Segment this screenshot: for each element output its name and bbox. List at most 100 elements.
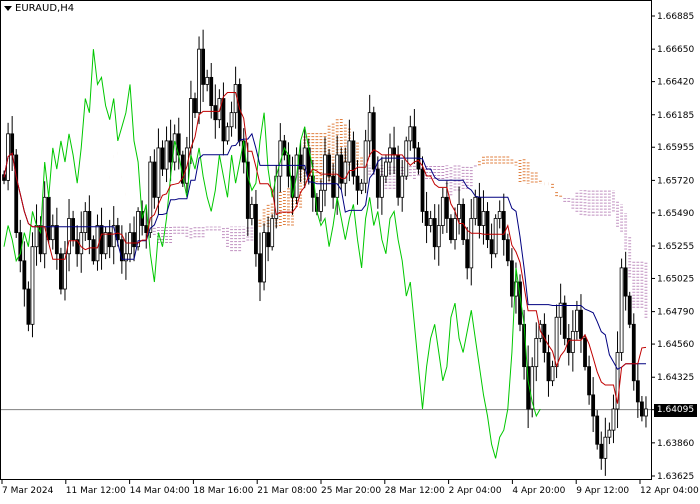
candle-body xyxy=(449,218,453,241)
candle-body xyxy=(355,175,360,191)
price-tick-label: 1.66420 xyxy=(657,78,694,88)
candle-body xyxy=(607,429,612,438)
candle-body xyxy=(579,309,583,339)
candle-body xyxy=(298,154,303,170)
candle-body xyxy=(396,154,401,198)
time-tick-label: 14 Mar 04:00 xyxy=(130,486,190,496)
price-tick-label: 1.65255 xyxy=(657,242,694,252)
candle-body xyxy=(46,196,51,241)
candle-body xyxy=(465,239,470,269)
dropdown-triangle-icon xyxy=(4,6,12,11)
candle-body xyxy=(501,211,506,241)
candle-body xyxy=(83,211,88,233)
candle-body xyxy=(631,323,636,382)
candle-body xyxy=(428,218,433,226)
candle-body xyxy=(205,76,210,85)
candle-body xyxy=(156,147,161,198)
candle-body xyxy=(54,225,59,255)
candle-body xyxy=(371,112,376,170)
candle-body xyxy=(367,112,372,142)
candle-body xyxy=(221,98,226,142)
candle-body xyxy=(461,203,466,241)
time-tick-label: 18 Mar 16:00 xyxy=(193,486,253,496)
price-tick-label: 1.65025 xyxy=(657,274,694,284)
time-tick-label: 9 Apr 12:00 xyxy=(576,486,629,496)
time-tick-label: 4 Apr 20:00 xyxy=(512,486,565,496)
time-tick-label: 2 Apr 04:00 xyxy=(449,486,502,496)
candle-body xyxy=(201,48,206,85)
candle-body xyxy=(384,161,388,177)
candle-body xyxy=(258,253,262,283)
candle-body xyxy=(424,211,429,226)
candle-body xyxy=(595,415,600,445)
candle-body xyxy=(627,295,632,325)
candle-body xyxy=(50,225,55,241)
candle-body xyxy=(168,140,173,163)
time-axis[interactable]: 7 Mar 2024 11 Mar 12:00 14 Mar 04:00 18 Mar… xyxy=(1,480,699,496)
candle-body xyxy=(436,225,441,248)
candle-body xyxy=(359,182,364,191)
candle-body xyxy=(444,196,449,219)
candle-body xyxy=(26,288,31,325)
candle-body xyxy=(408,126,413,142)
candle-body xyxy=(440,196,445,226)
candle-body xyxy=(554,316,559,368)
candle-body xyxy=(379,175,384,198)
price-tick-label: 1.63860 xyxy=(657,439,694,449)
candle-body xyxy=(335,154,340,198)
candle-body xyxy=(473,196,478,219)
candle-body xyxy=(375,168,380,198)
price-tick-label: 1.65955 xyxy=(657,143,694,153)
candle-body xyxy=(481,211,486,226)
price-tick-label: 1.64790 xyxy=(657,308,694,318)
candle-body xyxy=(412,126,417,149)
price-tick-label: 1.63625 xyxy=(657,472,694,482)
candle-body xyxy=(400,175,405,198)
candle-body xyxy=(432,218,437,248)
candle-body xyxy=(583,338,587,368)
candle-body xyxy=(570,330,575,353)
candle-body xyxy=(249,203,254,219)
price-tick-label: 1.65720 xyxy=(657,176,694,186)
candle-body xyxy=(103,232,108,255)
candle-body xyxy=(164,140,169,170)
candle-body xyxy=(34,225,39,248)
price-tick-label: 1.64325 xyxy=(657,373,694,383)
symbol-text: EURAUD,H4 xyxy=(15,3,75,14)
candle-body xyxy=(587,366,591,396)
candle-body xyxy=(10,133,15,156)
candle-body xyxy=(107,232,112,248)
symbol-label[interactable]: EURAUD,H4 xyxy=(4,3,74,14)
candle-body xyxy=(546,352,551,382)
candle-body xyxy=(644,408,648,417)
candle-body xyxy=(229,112,234,128)
candle-body xyxy=(67,218,71,255)
candle-body xyxy=(599,443,604,459)
candle-body xyxy=(343,161,348,184)
candle-body xyxy=(635,380,640,403)
candle-body xyxy=(99,225,104,255)
candle-body xyxy=(254,203,258,255)
candle-body xyxy=(262,232,266,283)
candle-body xyxy=(469,218,474,269)
candle-body xyxy=(270,218,275,248)
candle-body xyxy=(213,105,218,121)
candle-body xyxy=(347,140,352,163)
chart-canvas[interactable]: 1.66885 1.66650 1.66420 1.66185 1.65955 1.657… xyxy=(0,0,700,500)
candle-body xyxy=(619,267,624,353)
candle-body xyxy=(30,246,35,325)
candle-body xyxy=(562,302,567,339)
current-price-tag: 1.64095 xyxy=(654,403,697,417)
candle-body xyxy=(14,154,19,233)
candle-body xyxy=(591,394,596,417)
candle-body xyxy=(477,196,482,226)
candle-body xyxy=(209,76,214,107)
candle-body xyxy=(640,401,644,417)
candle-body xyxy=(509,260,514,297)
candle-body xyxy=(550,366,555,382)
candle-body xyxy=(160,147,165,170)
candle-body xyxy=(392,147,396,156)
price-tick-label: 1.65490 xyxy=(657,209,694,219)
candle-body xyxy=(124,253,128,262)
chart-area[interactable]: 1.66885 1.66650 1.66420 1.66185 1.65955 1.657… xyxy=(0,0,700,500)
